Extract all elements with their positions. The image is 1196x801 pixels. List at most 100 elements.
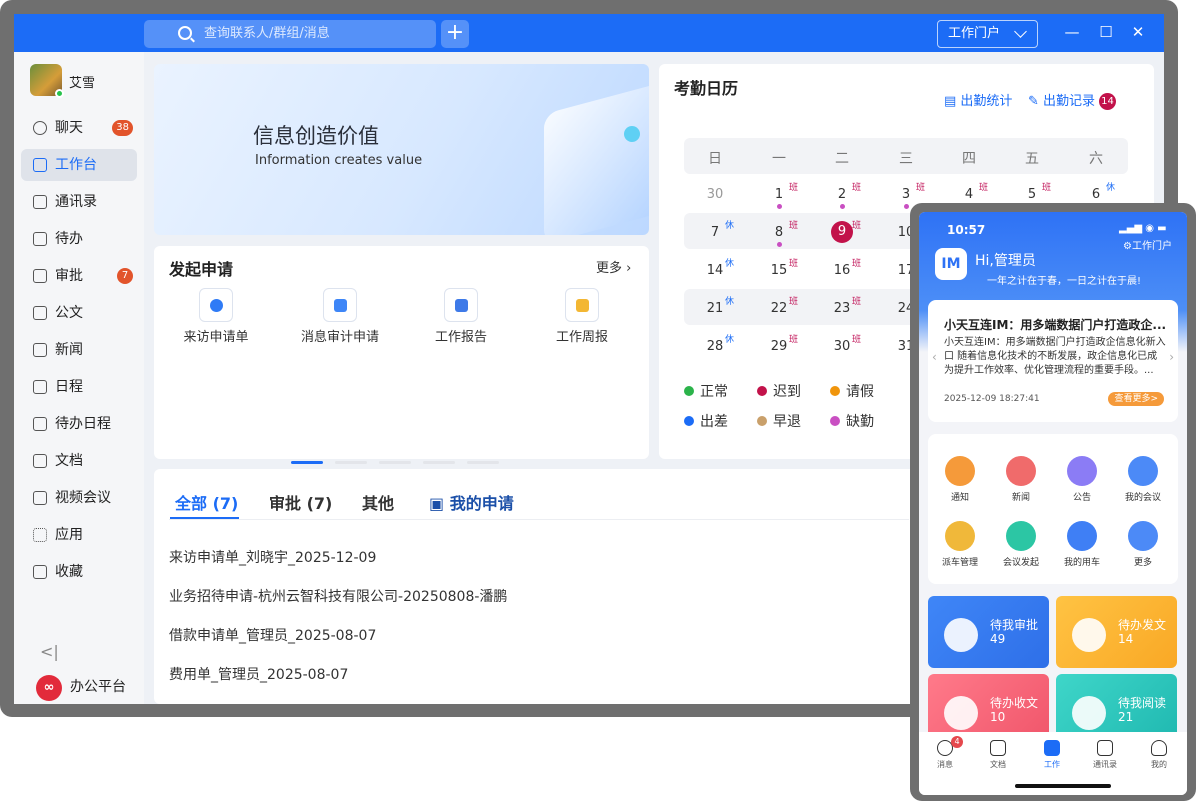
list-item[interactable]: 业务招待申请-杭州云智科技有限公司-20250808-潘鹏 <box>169 586 507 606</box>
attendance-records-link[interactable]: ✎ 出勤记录 14 <box>1028 90 1117 111</box>
app-announcement[interactable]: 公告 <box>1054 456 1110 503</box>
legend-label: 正常 <box>700 384 728 400</box>
app-label: 工作周报 <box>555 330 608 345</box>
phone-tab-work[interactable]: 工作 <box>1032 740 1072 770</box>
banner[interactable]: 信息创造价值 Information creates value <box>154 64 649 235</box>
calendar-day-today[interactable]: 9 <box>831 221 853 243</box>
sidebar-item-label: 新闻 <box>55 342 83 358</box>
sidebar-item-label: 收藏 <box>55 564 83 580</box>
weekly-report-icon <box>565 288 599 322</box>
document-icon <box>33 306 47 320</box>
attendance-stats-link[interactable]: ▤ 出勤统计 <box>944 90 1012 109</box>
app-my-meetings[interactable]: 我的会议 <box>1115 456 1171 503</box>
apps-grid-icon <box>33 528 47 542</box>
news-card[interactable]: 小天互连IM：用多端数据门户打造政企... 小天互连IM：用多端数据门户打造政企… <box>928 300 1178 422</box>
minimize-button[interactable]: — <box>1062 22 1082 42</box>
app-vehicle-dispatch[interactable]: 派车管理 <box>932 521 988 568</box>
sidebar-item-apps[interactable]: 应用 <box>21 519 137 551</box>
sidebar-item-workbench[interactable]: 工作台 <box>21 149 137 181</box>
sidebar-item-schedule[interactable]: 日程 <box>21 371 137 403</box>
audit-icon <box>323 288 357 322</box>
list-item[interactable]: 借款申请单_管理员_2025-08-07 <box>169 625 376 645</box>
sidebar-item-documents-official[interactable]: 公文 <box>21 297 137 329</box>
app-label: 会议发起 <box>1002 558 1039 568</box>
office-platform-link[interactable]: ∞ 办公平台 <box>34 672 134 702</box>
portal-select[interactable]: 工作门户 <box>937 20 1038 48</box>
sidebar-item-chat[interactable]: 聊天 38 <box>21 112 137 144</box>
phone-tab-me[interactable]: 我的 <box>1139 740 1179 770</box>
app-label: 工作报告 <box>434 330 487 345</box>
app-notice[interactable]: 通知 <box>932 456 988 503</box>
list-item[interactable]: 来访申请单_刘晓宇_2025-12-09 <box>169 547 376 567</box>
phone-tab-contacts[interactable]: 通讯录 <box>1085 740 1125 770</box>
app-news[interactable]: 新闻 <box>993 456 1049 503</box>
news-body: 小天互连IM：用多端数据门户打造政企信息化新入口 随着信息化技术的不断发展，政企… <box>944 337 1166 376</box>
calendar-day[interactable]: 30 <box>695 187 735 202</box>
tab-label: 我的申请 <box>449 494 514 513</box>
app-visit-request[interactable]: 来访申请单 <box>156 288 276 345</box>
sidebar-item-label: 日程 <box>55 379 83 395</box>
carousel-dots[interactable] <box>291 449 511 468</box>
star-icon <box>33 565 47 579</box>
chevron-right-icon[interactable]: › <box>1169 350 1174 364</box>
phone-app-grid: 通知 新闻 公告 我的会议 派车管理 会议发起 我的用车 更多 <box>928 434 1178 584</box>
sidebar-item-favorites[interactable]: 收藏 <box>21 556 137 588</box>
approval-icon <box>33 269 47 283</box>
sidebar-item-docs[interactable]: 文档 <box>21 445 137 477</box>
list-item[interactable]: 费用单_管理员_2025-08-07 <box>169 664 348 684</box>
banner-title: 信息创造价值 <box>253 124 379 148</box>
tab-approval[interactable]: 审批 (7) <box>269 490 332 514</box>
tile-count: 49 <box>990 632 1006 646</box>
tab-my-requests[interactable]: ▣ 我的申请 <box>429 490 514 514</box>
search-placeholder: 查询联系人/群组/消息 <box>204 26 330 41</box>
app-more[interactable]: 更多 <box>1115 521 1171 568</box>
checkbox-icon <box>33 232 47 246</box>
apply-more-link[interactable]: 更多 › <box>596 257 631 276</box>
sidebar-item-label: 文档 <box>55 453 83 469</box>
stats-label: 出勤统计 <box>960 94 1013 109</box>
add-button[interactable]: + <box>441 20 469 48</box>
tab-label: 文档 <box>990 760 1006 769</box>
tile-count: 21 <box>1118 710 1134 724</box>
workday-tag: 班 <box>789 297 799 307</box>
maximize-button[interactable]: ☐ <box>1096 22 1116 42</box>
app-weekly-report[interactable]: 工作周报 <box>522 288 642 345</box>
app-message-audit[interactable]: 消息审计申请 <box>280 288 400 345</box>
sidebar-item-video-meeting[interactable]: 视频会议 <box>21 482 137 514</box>
sidebar-item-todo-schedule[interactable]: 待办日程 <box>21 408 137 440</box>
sidebar-item-contacts[interactable]: 通讯录 <box>21 186 137 218</box>
sidebar-item-todo[interactable]: 待办 <box>21 223 137 255</box>
sidebar-item-approval[interactable]: 审批 7 <box>21 260 137 292</box>
chevron-left-icon[interactable]: ‹ <box>932 350 937 364</box>
app-my-car[interactable]: 我的用车 <box>1054 521 1110 568</box>
collapse-sidebar-button[interactable]: <| <box>40 642 59 661</box>
tab-all[interactable]: 全部 (7) <box>175 490 238 514</box>
view-more-button[interactable]: 查看更多> <box>1108 392 1164 406</box>
workday-tag: 班 <box>916 183 926 193</box>
office-label: 办公平台 <box>70 679 126 695</box>
avatar[interactable] <box>30 64 64 98</box>
phone-tab-docs[interactable]: 文档 <box>978 740 1018 770</box>
search-input[interactable]: 查询联系人/群组/消息 <box>144 20 436 48</box>
sidebar-item-label: 审批 <box>55 268 83 284</box>
layers-icon <box>944 618 978 652</box>
legend-label: 早退 <box>773 414 801 430</box>
phone-tab-messages[interactable]: 消息 4 <box>925 736 965 770</box>
phone-portal-link[interactable]: ⚙工作门户 <box>1123 237 1172 252</box>
workday-tag: 班 <box>852 297 862 307</box>
app-label: 来访申请单 <box>183 330 249 345</box>
workday-tag: 班 <box>852 183 862 193</box>
tile-pending-outgoing[interactable]: 待办发文 14 <box>1056 596 1177 668</box>
tile-pending-approval[interactable]: 待我审批 49 <box>928 596 1049 668</box>
sidebar-item-label: 聊天 <box>55 120 83 136</box>
holiday-tag: 休 <box>725 221 735 231</box>
close-button[interactable]: ✕ <box>1128 22 1148 42</box>
app-work-report[interactable]: 工作报告 <box>401 288 521 345</box>
app-start-meeting[interactable]: 会议发起 <box>993 521 1049 568</box>
legend-leave: 请假 <box>830 381 874 401</box>
tab-other[interactable]: 其他 <box>362 490 394 514</box>
sidebar-item-news[interactable]: 新闻 <box>21 334 137 366</box>
video-icon <box>33 491 47 505</box>
app-label: 更多 <box>1133 558 1152 568</box>
legend-early-leave: 早退 <box>757 411 801 431</box>
